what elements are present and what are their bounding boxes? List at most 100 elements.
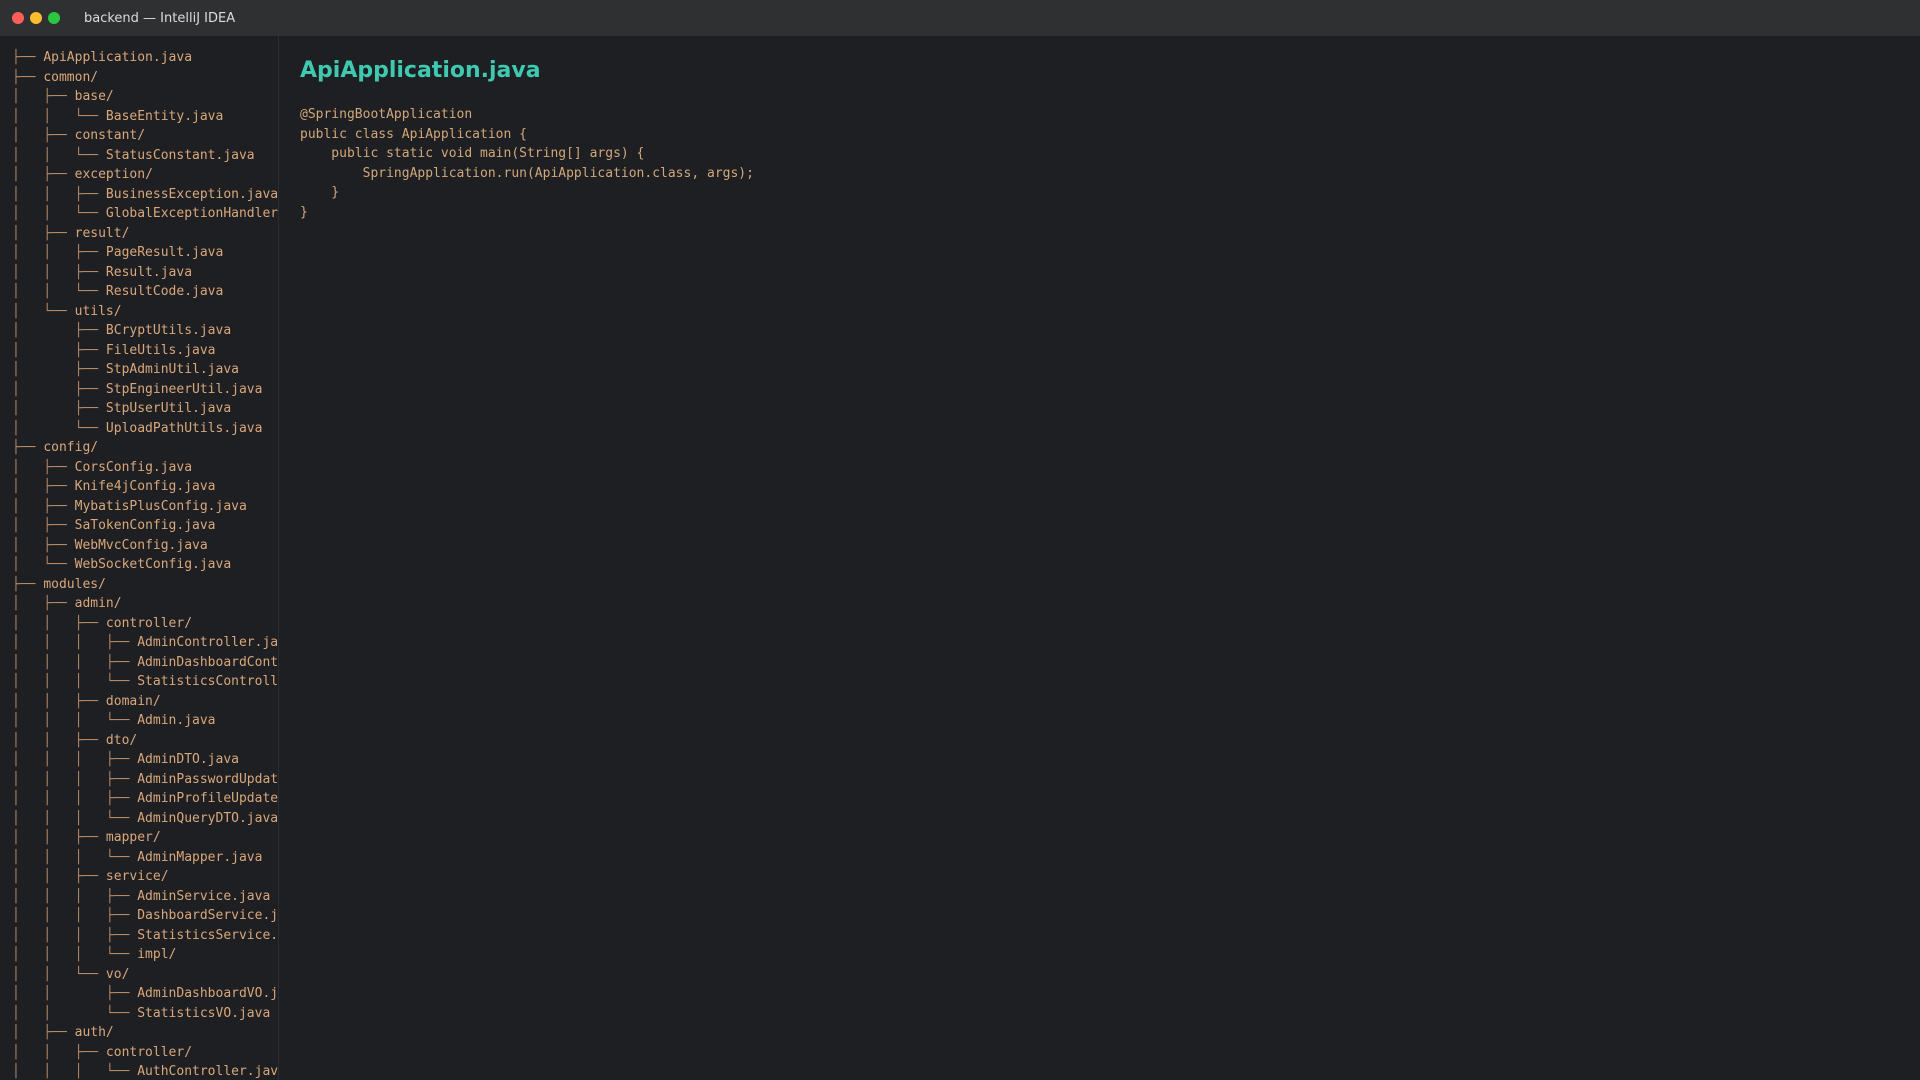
maximize-dot-icon[interactable] (48, 12, 60, 24)
tree-item[interactable]: │ │ │ ├── AdminService.java (12, 887, 278, 907)
tree-item[interactable]: │ │ └── BaseEntity.java (12, 107, 278, 127)
tree-item[interactable]: ├── common/ (12, 68, 278, 88)
tree-item[interactable]: │ │ ├── AdminDashboardVO.j (12, 984, 278, 1004)
tree-item-label: AdminPasswordUpdat (137, 771, 278, 787)
tree-guide: │ │ ├── (12, 264, 106, 280)
tree-item-label: controller/ (105, 1044, 193, 1060)
tree-item[interactable]: │ │ │ ├── AdminDashboardCont (12, 653, 278, 673)
tree-item-label: auth/ (74, 1025, 114, 1040)
tree-item[interactable]: │ ├── StpUserUtil.java (12, 399, 278, 419)
tree-item-label: MybatisPlusConfig.java (74, 498, 247, 514)
tree-item-label: StatusConstant.java (105, 147, 255, 163)
tree-guide: │ ├── (12, 537, 75, 553)
tree-item-label: constant/ (74, 128, 146, 143)
tree-guide: ├── (12, 69, 44, 85)
tree-item[interactable]: │ │ └── GlobalExceptionHandler (12, 204, 278, 224)
code-line[interactable]: public class ApiApplication { (300, 125, 1900, 145)
tree-item[interactable]: │ │ ├── service/ (12, 867, 278, 887)
code-line[interactable]: @SpringBootApplication (300, 105, 1900, 125)
tree-item[interactable]: │ │ │ └── AuthController.jav (12, 1062, 278, 1080)
tree-item[interactable]: │ ├── base/ (12, 87, 278, 107)
tree-item[interactable]: │ │ ├── dto/ (12, 731, 278, 751)
tree-item[interactable]: ├── ApiApplication.java (12, 48, 278, 68)
tree-guide: │ │ │ └── (12, 810, 138, 826)
editor-panel[interactable]: ApiApplication.java @SpringBootApplicati… (280, 36, 1920, 1080)
tree-item[interactable]: │ │ ├── controller/ (12, 614, 278, 634)
tree-item[interactable]: │ │ │ ├── DashboardService.j (12, 906, 278, 926)
tree-item[interactable]: │ ├── exception/ (12, 165, 278, 185)
tree-guide: ├── (12, 576, 44, 592)
tree-item[interactable]: │ ├── BCryptUtils.java (12, 321, 278, 341)
tree-item[interactable]: │ │ └── StatusConstant.java (12, 146, 278, 166)
tree-item[interactable]: │ │ ├── PageResult.java (12, 243, 278, 263)
tree-item[interactable]: │ ├── WebMvcConfig.java (12, 536, 278, 556)
tree-item-label: result/ (74, 225, 130, 241)
tree-item[interactable]: │ ├── result/ (12, 224, 278, 244)
tree-item[interactable]: │ ├── StpEngineerUtil.java (12, 380, 278, 400)
minimize-dot-icon[interactable] (30, 12, 42, 24)
tree-item[interactable]: │ ├── FileUtils.java (12, 341, 278, 361)
tree-item-label: domain/ (105, 693, 161, 709)
tree-guide: │ │ │ ├── (12, 752, 138, 767)
tree-item[interactable]: ├── config/ (12, 438, 278, 458)
tree-item-label: StpEngineerUtil.java (105, 381, 263, 397)
tree-item[interactable]: │ │ │ └── Admin.java (12, 711, 278, 731)
project-tree-panel[interactable]: ├── ApiApplication.java ├── common/│ ├── … (0, 36, 279, 1080)
tree-item[interactable]: │ │ │ ├── AdminDTO.java (12, 750, 278, 770)
tree-item-label: modules/ (43, 576, 106, 592)
tree-item[interactable]: │ │ │ ├── StatisticsService. (12, 926, 278, 946)
tree-item[interactable]: │ │ │ ├── AdminPasswordUpdat (12, 770, 278, 790)
code-line[interactable]: SpringApplication.run(ApiApplication.cla… (300, 164, 1900, 184)
tree-guide: ├── (12, 50, 44, 65)
tree-item[interactable]: │ ├── admin/ (12, 594, 278, 614)
tree-guide: │ ├── (12, 225, 75, 241)
tree-guide: │ └── (12, 303, 75, 319)
tree-item-label: UploadPathUtils.java (105, 420, 263, 436)
tree-item[interactable]: │ │ ├── controller/ (12, 1043, 278, 1063)
tree-item[interactable]: │ ├── Knife4jConfig.java (12, 477, 278, 497)
tree-item[interactable]: │ ├── constant/ (12, 126, 278, 146)
project-tree[interactable]: ├── ApiApplication.java ├── common/│ ├── … (0, 36, 278, 1080)
tree-item[interactable]: │ │ └── vo/ (12, 965, 278, 985)
tree-item[interactable]: │ │ └── StatisticsVO.java (12, 1004, 278, 1024)
tree-item-label: Result.java (105, 264, 193, 280)
tree-item[interactable]: │ ├── MybatisPlusConfig.java (12, 497, 278, 517)
tree-item-label: exception/ (74, 167, 153, 182)
tree-item-label: AdminService.java (137, 888, 271, 904)
tree-item[interactable]: │ ├── StpAdminUtil.java (12, 360, 278, 380)
tree-item-label: BCryptUtils.java (105, 323, 232, 338)
tree-item[interactable]: │ │ ├── Result.java (12, 263, 278, 283)
tree-item[interactable]: │ │ ├── mapper/ (12, 828, 278, 848)
tree-item[interactable]: │ ├── CorsConfig.java (12, 458, 278, 478)
code-line[interactable]: public static void main(String[] args) { (300, 144, 1900, 164)
tree-item[interactable]: │ │ │ └── AdminMapper.java (12, 848, 278, 868)
code-line[interactable]: } (300, 203, 1900, 223)
tree-item[interactable]: │ └── WebSocketConfig.java (12, 555, 278, 575)
file-title: ApiApplication.java (300, 58, 541, 83)
tree-item[interactable]: │ │ ├── domain/ (12, 692, 278, 712)
tree-item[interactable]: │ │ │ └── StatisticsControll (12, 672, 278, 692)
tree-item[interactable]: │ │ │ ├── AdminController.ja (12, 633, 278, 653)
tree-item[interactable]: │ ├── auth/ (12, 1023, 278, 1043)
tree-item[interactable]: │ └── utils/ (12, 302, 278, 322)
tree-item[interactable]: │ └── UploadPathUtils.java (12, 419, 278, 439)
tree-item[interactable]: │ │ └── ResultCode.java (12, 282, 278, 302)
tree-guide: │ ├── (12, 596, 75, 611)
code-line[interactable]: } (300, 183, 1900, 203)
tree-guide: │ ├── (12, 89, 75, 104)
tree-item[interactable]: │ │ │ ├── AdminProfileUpdate (12, 789, 278, 809)
tree-item[interactable]: │ │ │ └── AdminQueryDTO.java (12, 809, 278, 829)
tree-item-label: vo/ (105, 966, 130, 982)
tree-item-label: AdminDashboardCont (137, 654, 278, 670)
tree-guide: │ ├── (12, 362, 106, 377)
tree-guide: │ │ └── (12, 284, 106, 299)
tree-guide: │ │ │ └── (12, 1064, 138, 1079)
tree-item[interactable]: ├── modules/ (12, 575, 278, 595)
tree-guide: │ │ │ ├── (12, 791, 138, 806)
code-block[interactable]: @SpringBootApplication public class ApiAp… (300, 105, 1900, 222)
tree-item[interactable]: │ ├── SaTokenConfig.java (12, 516, 278, 536)
tree-guide: │ ├── (12, 323, 106, 338)
tree-item[interactable]: │ │ │ └── impl/ (12, 945, 278, 965)
tree-item[interactable]: │ │ ├── BusinessException.java (12, 185, 278, 205)
close-dot-icon[interactable] (12, 12, 24, 24)
